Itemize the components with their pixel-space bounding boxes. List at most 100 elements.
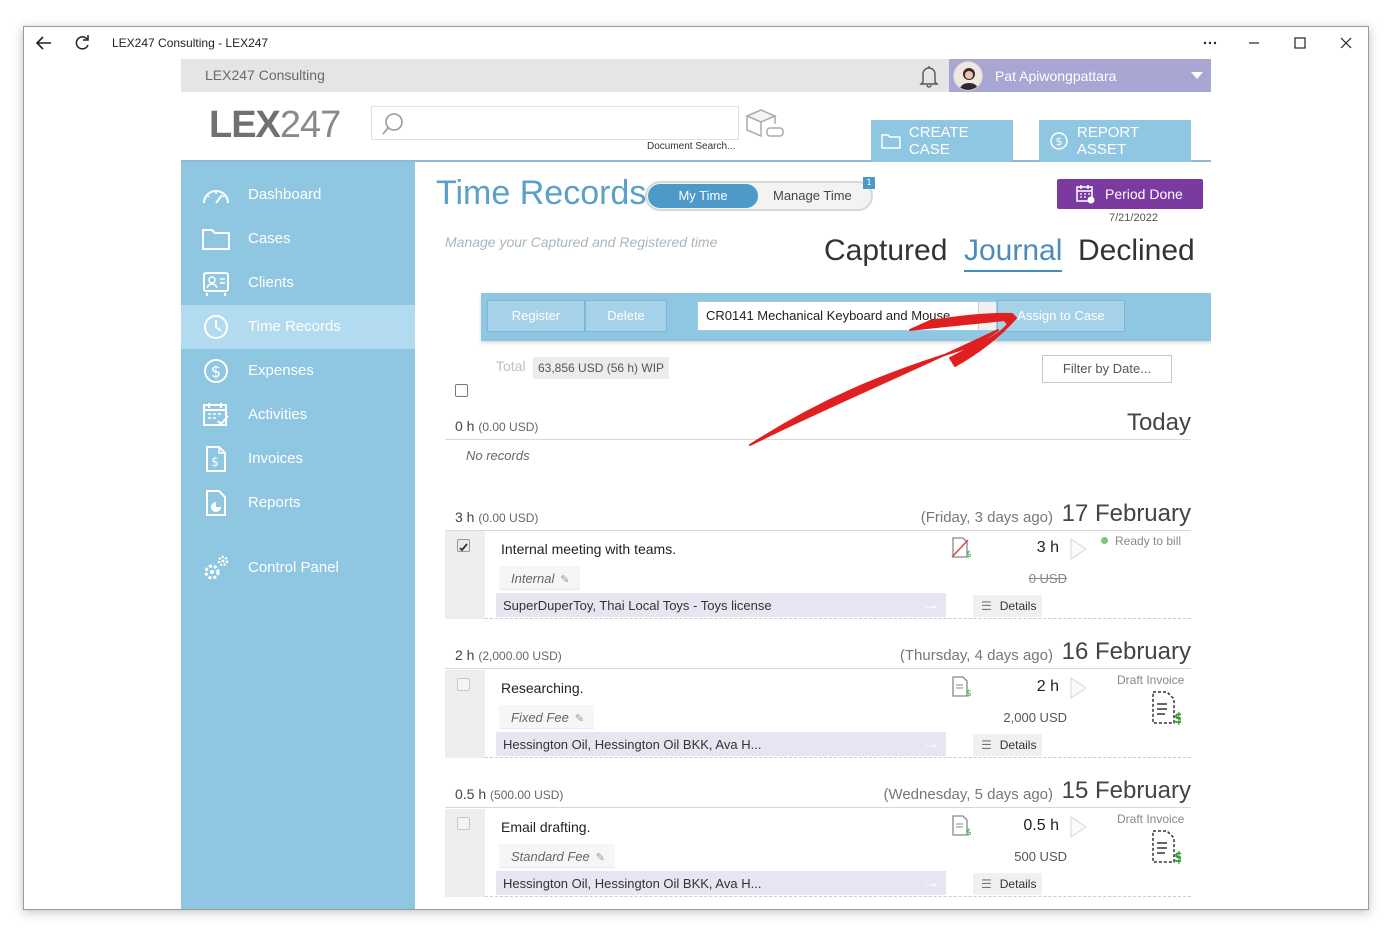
play-icon[interactable]: [1067, 676, 1089, 700]
entry-checkbox[interactable]: [457, 817, 470, 830]
dollar-icon: $: [1050, 132, 1068, 150]
sidebar-item-time-records[interactable]: Time Records: [181, 305, 415, 349]
play-icon[interactable]: [1067, 815, 1089, 839]
entry-select-column: [445, 670, 485, 758]
sidebar-item-dashboard[interactable]: Dashboard: [181, 173, 415, 217]
time-entry[interactable]: Researching. Fixed Fee ✎ Hessington Oil, …: [445, 670, 1191, 758]
package-icon[interactable]: [743, 106, 785, 142]
filter-by-date-input[interactable]: Filter by Date...: [1042, 355, 1172, 383]
pencil-icon[interactable]: ✎: [560, 573, 569, 586]
entry-status: Ready to bill: [1101, 534, 1181, 548]
sidebar-item-activities[interactable]: Activities: [181, 393, 415, 437]
day-date: 17 February: [1061, 500, 1191, 527]
play-icon[interactable]: [1067, 537, 1089, 561]
sidebar-item-invoices[interactable]: $ Invoices: [181, 437, 415, 481]
draft-invoice-icon[interactable]: $: [1149, 690, 1181, 726]
entry-checkbox[interactable]: [457, 539, 470, 552]
entry-status: Draft Invoice: [1117, 673, 1185, 687]
entry-fee-type[interactable]: Fixed Fee ✎: [499, 705, 595, 729]
sidebar-item-reports[interactable]: Reports: [181, 481, 415, 525]
create-case-label: CREATE CASE: [908, 124, 969, 158]
reload-icon[interactable]: [72, 33, 92, 53]
entry-checkbox[interactable]: [457, 678, 470, 691]
close-icon[interactable]: [1336, 33, 1356, 53]
menu-icon: ☰: [981, 877, 992, 891]
menu-icon: ☰: [981, 599, 992, 613]
my-time-option[interactable]: My Time: [648, 184, 758, 208]
tab-declined[interactable]: Declined: [1078, 234, 1195, 268]
entry-description[interactable]: Researching.: [501, 680, 584, 696]
tab-captured[interactable]: Captured: [824, 234, 947, 268]
manage-time-option[interactable]: Manage Time: [773, 188, 852, 203]
bell-icon[interactable]: [917, 63, 941, 89]
dashboard-icon: [203, 190, 229, 204]
document-search-caption: Document Search...: [647, 141, 736, 152]
register-button[interactable]: Register: [487, 300, 585, 332]
sidebar-item-label: Control Panel: [248, 559, 339, 576]
sidebar-item-label: Expenses: [248, 362, 314, 379]
entry-description[interactable]: Email drafting.: [501, 819, 590, 835]
arrow-right-icon: →: [922, 872, 940, 892]
report-asset-label: REPORT ASSET: [1076, 124, 1139, 158]
sidebar-item-label: Dashboard: [248, 186, 322, 203]
sidebar-item-cases[interactable]: Cases: [181, 217, 415, 261]
non-billable-icon[interactable]: $: [950, 537, 972, 559]
case-select[interactable]: CR0141 Mechanical Keyboard and Mouse: [697, 301, 997, 331]
total-value: 63,856 USD (56 h) WIP: [533, 357, 670, 379]
pencil-icon[interactable]: ✎: [575, 712, 584, 725]
sidebar-item-clients[interactable]: Clients: [181, 261, 415, 305]
day-header: 0 h (0.00 USD) Today: [445, 409, 1191, 440]
report-asset-button[interactable]: $ REPORT ASSET: [1039, 120, 1191, 162]
entry-fee-type[interactable]: Standard Fee ✎: [499, 844, 615, 868]
sidebar-item-label: Reports: [248, 494, 301, 511]
day-relative: (Wednesday, 5 days ago): [883, 786, 1053, 803]
pencil-icon[interactable]: ✎: [596, 851, 605, 864]
tab-journal[interactable]: Journal: [964, 234, 1063, 272]
day-hours: 0 h (0.00 USD): [455, 418, 539, 434]
sidebar-item-control-panel[interactable]: Control Panel: [181, 546, 415, 590]
user-name: Pat Apiwongpattara: [995, 68, 1117, 84]
window-title: LEX247 Consulting - LEX247: [112, 36, 269, 50]
document-search-input[interactable]: [371, 106, 739, 140]
entry-description[interactable]: Internal meeting with teams.: [501, 541, 676, 557]
entry-amount: 2,000 USD: [1003, 710, 1067, 725]
minimize-icon[interactable]: [1244, 33, 1264, 53]
logo: LEX247: [209, 104, 341, 146]
details-button[interactable]: ☰ Details: [973, 873, 1043, 895]
time-view-toggle[interactable]: My Time Manage Time 1: [645, 177, 875, 211]
time-entry[interactable]: Email drafting. Standard Fee ✎ Hessington…: [445, 809, 1191, 897]
entry-status: Draft Invoice: [1117, 812, 1185, 826]
org-name: LEX247 Consulting: [205, 67, 325, 83]
user-menu[interactable]: Pat Apiwongpattara: [949, 59, 1211, 92]
details-button[interactable]: ☰ Details: [973, 734, 1043, 756]
delete-button[interactable]: Delete: [585, 300, 667, 332]
details-button[interactable]: ☰ Details: [973, 595, 1043, 617]
status-dot-icon: [1101, 537, 1108, 544]
time-entry[interactable]: Internal meeting with teams. Internal ✎ S…: [445, 531, 1191, 619]
entry-fee-type[interactable]: Internal ✎: [499, 566, 580, 590]
draft-invoice-icon[interactable]: $: [1149, 829, 1181, 865]
assign-to-case-button[interactable]: Assign to Case: [997, 300, 1125, 332]
menu-icon: ☰: [981, 738, 992, 752]
entry-client[interactable]: Hessington Oil, Hessington Oil BKK, Ava …: [496, 732, 946, 756]
chevron-down-icon[interactable]: [1191, 72, 1203, 79]
back-arrow-icon[interactable]: [34, 33, 54, 53]
more-options-icon[interactable]: [1200, 33, 1220, 53]
create-case-button[interactable]: CREATE CASE: [871, 120, 1013, 162]
entry-client[interactable]: Hessington Oil, Hessington Oil BKK, Ava …: [496, 871, 946, 895]
gears-icon: [204, 555, 229, 580]
chevron-down-icon[interactable]: [978, 302, 996, 330]
entry-client[interactable]: SuperDuperToy, Thai Local Toys - Toys li…: [496, 593, 946, 617]
maximize-icon[interactable]: [1290, 33, 1310, 53]
day-header: 3 h (0.00 USD) (Friday, 3 days ago) 17 F…: [445, 500, 1191, 531]
entry-hours[interactable]: 3 h: [1005, 539, 1059, 557]
entry-hours[interactable]: 2 h: [1005, 678, 1059, 696]
billable-icon[interactable]: $: [950, 676, 972, 698]
entry-select-column: [445, 531, 485, 619]
entry-hours[interactable]: 0.5 h: [1005, 817, 1059, 835]
period-done-button[interactable]: Period Done: [1057, 179, 1203, 209]
select-all-checkbox[interactable]: [455, 384, 468, 397]
sidebar-item-expenses[interactable]: $ Expenses: [181, 349, 415, 393]
billable-icon[interactable]: $: [950, 815, 972, 837]
clock-icon: [204, 315, 228, 339]
